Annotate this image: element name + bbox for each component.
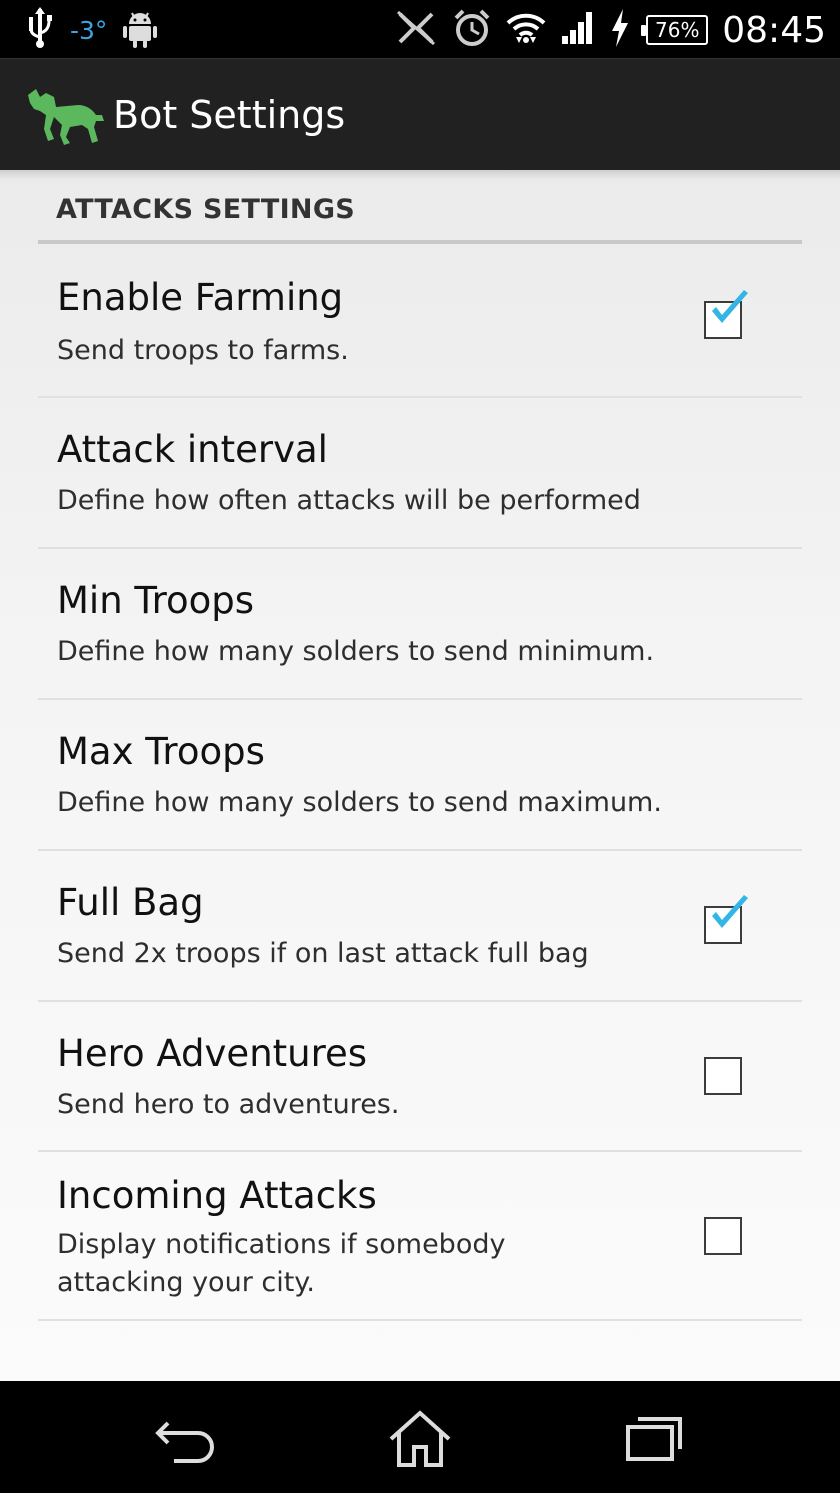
pref-summary: Send 2x troops if on last attack full ba… — [57, 938, 589, 969]
pref-summary: Define how many solders to send maximum. — [57, 787, 662, 818]
section-header: ATTACKS SETTINGS — [56, 194, 356, 225]
pref-min-troops[interactable]: Min Troops Define how many solders to se… — [38, 549, 802, 700]
charging-icon — [610, 9, 630, 51]
pref-title: Hero Adventures — [57, 1032, 368, 1075]
pref-title: Incoming Attacks — [57, 1174, 377, 1217]
navigation-bar — [0, 1381, 840, 1493]
pref-enable-farming[interactable]: Enable Farming Send troops to farms. — [38, 244, 802, 398]
hero-adventures-checkbox[interactable] — [704, 1057, 742, 1095]
pref-summary: Send troops to farms. — [57, 335, 349, 366]
pref-title: Attack interval — [57, 428, 328, 471]
item-divider — [38, 1319, 802, 1321]
signal-icon — [560, 10, 596, 50]
pref-incoming-attacks[interactable]: Incoming Attacks Display notifications i… — [38, 1152, 802, 1321]
alarm-icon — [452, 8, 492, 52]
temperature-text: -3° — [70, 15, 108, 45]
pref-title: Full Bag — [57, 881, 204, 924]
wifi-icon — [506, 9, 546, 51]
pref-full-bag[interactable]: Full Bag Send 2x troops if on last attac… — [38, 851, 802, 1002]
recents-icon[interactable] — [622, 1409, 692, 1469]
pref-summary: Send hero to adventures. — [57, 1089, 400, 1120]
incoming-attacks-checkbox[interactable] — [704, 1217, 742, 1255]
pref-title: Min Troops — [57, 579, 255, 622]
full-bag-checkbox[interactable] — [704, 895, 748, 944]
pref-title: Enable Farming — [57, 276, 344, 319]
pref-summary: Display notifications if somebody attack… — [57, 1229, 506, 1298]
enable-farming-checkbox[interactable] — [704, 290, 748, 339]
page-title: Bot Settings — [113, 93, 346, 137]
action-bar: Bot Settings — [0, 58, 840, 170]
android-icon — [123, 8, 158, 52]
pref-title: Max Troops — [57, 730, 265, 773]
clock-text: 08:45 — [722, 9, 826, 51]
pref-hero-adventures[interactable]: Hero Adventures Send hero to adventures. — [38, 1002, 802, 1152]
battery-indicator: 76% — [641, 15, 709, 45]
preferences-list: ATTACKS SETTINGS Enable Farming Send tro… — [0, 170, 840, 1381]
pref-summary: Define how many solders to send minimum. — [57, 636, 655, 667]
pref-max-troops[interactable]: Max Troops Define how many solders to se… — [38, 700, 802, 851]
horse-logo-icon[interactable] — [26, 85, 106, 147]
status-bar: -3° 76% 08:45 — [0, 0, 840, 58]
nfc-off-icon — [394, 8, 438, 52]
home-icon[interactable] — [386, 1409, 456, 1469]
back-icon[interactable] — [154, 1409, 224, 1469]
usb-icon — [26, 7, 54, 53]
check-mark-icon — [712, 895, 748, 928]
pref-attack-interval[interactable]: Attack interval Define how often attacks… — [38, 398, 802, 549]
check-mark-icon — [712, 290, 748, 323]
pref-summary: Define how often attacks will be perform… — [57, 485, 641, 516]
